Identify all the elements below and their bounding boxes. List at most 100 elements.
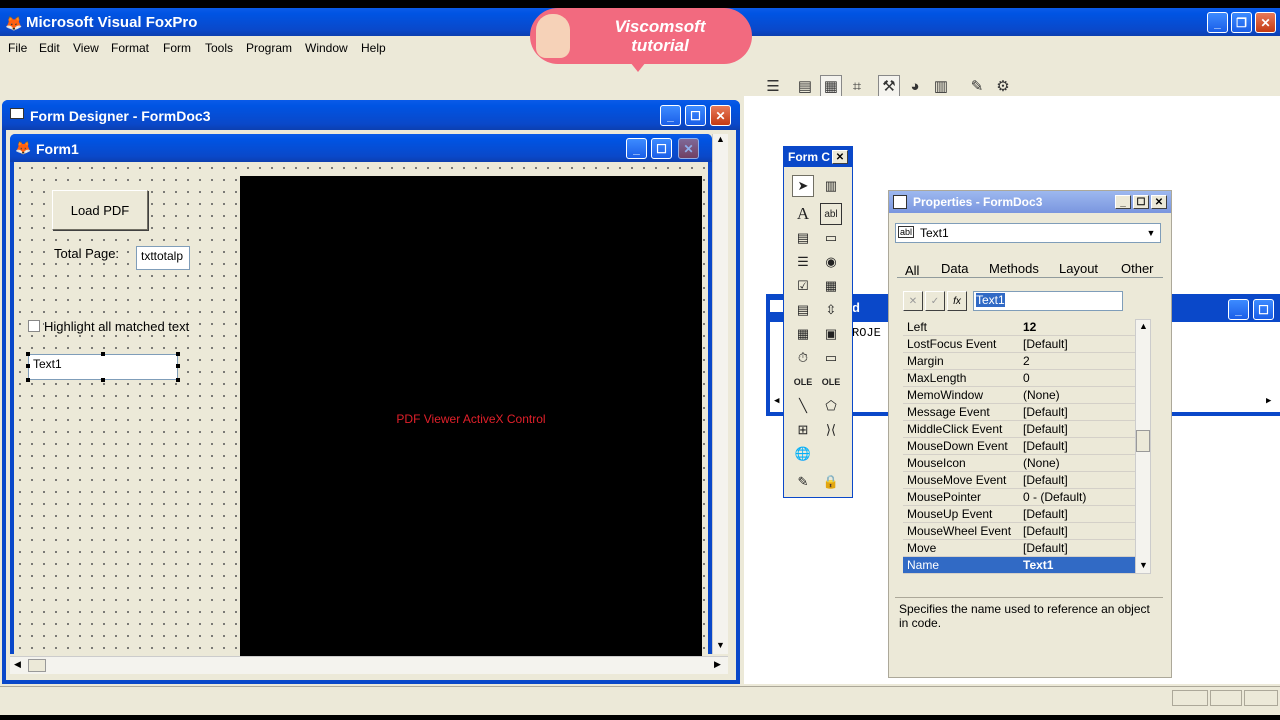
property-row[interactable]: Message Event [Default] <box>903 404 1135 421</box>
menu-tools[interactable]: Tools <box>205 41 233 55</box>
object-selector-combo[interactable]: abl Text1 ▼ <box>895 223 1161 243</box>
form1-close-button[interactable]: ✕ <box>678 138 699 159</box>
tab-all[interactable]: All <box>905 263 919 278</box>
command-maximize-button[interactable]: ☐ <box>1253 299 1274 320</box>
pointer-tool-icon[interactable]: ➤ <box>792 175 814 197</box>
app-minimize-button[interactable]: _ <box>1207 12 1228 33</box>
color-palette-icon[interactable]: ◕ <box>904 75 926 97</box>
form-builder-icon[interactable]: ✎ <box>966 75 988 97</box>
property-row[interactable]: Left 12 <box>903 319 1135 336</box>
scroll-down-icon[interactable]: ▼ <box>1139 560 1148 570</box>
timer-tool-icon[interactable]: ⏱ <box>792 347 814 369</box>
menu-file[interactable]: File <box>8 41 27 55</box>
menu-help[interactable]: Help <box>361 41 386 55</box>
toolbox-close-button[interactable]: ✕ <box>832 150 848 164</box>
checkbox-tool-icon[interactable]: ☑ <box>792 275 814 297</box>
property-row[interactable]: MiddleClick Event [Default] <box>903 421 1135 438</box>
command-minimize-button[interactable]: _ <box>1228 299 1249 320</box>
shape-tool-icon[interactable]: ⬠ <box>820 395 842 417</box>
menu-form[interactable]: Form <box>163 41 191 55</box>
selection-handle[interactable] <box>101 378 105 382</box>
tab-layout[interactable]: Layout <box>1059 261 1098 276</box>
properties-minimize-button[interactable]: _ <box>1115 195 1131 209</box>
property-row[interactable]: MouseMove Event [Default] <box>903 472 1135 489</box>
line-tool-icon[interactable]: ╲ <box>792 395 814 417</box>
property-row[interactable]: MouseIcon (None) <box>903 455 1135 472</box>
scroll-thumb[interactable] <box>28 659 46 672</box>
form-controls-toolbar-icon[interactable]: ⚒ <box>878 75 900 97</box>
chevron-down-icon[interactable]: ▼ <box>1144 226 1158 240</box>
commandgroup-tool-icon[interactable]: ☰ <box>792 251 814 273</box>
optiongroup-tool-icon[interactable]: ◉ <box>820 251 842 273</box>
selection-handle[interactable] <box>26 378 30 382</box>
scroll-down-icon[interactable]: ▼ <box>716 640 725 650</box>
spinner-tool-icon[interactable]: ⇳ <box>820 299 842 321</box>
scroll-left-icon[interactable]: ◀ <box>14 659 21 670</box>
code-window-icon[interactable]: ⌗ <box>846 75 868 97</box>
tab-order-icon[interactable]: ☰ <box>762 75 784 97</box>
tab-data[interactable]: Data <box>941 261 968 276</box>
menu-program[interactable]: Program <box>246 41 292 55</box>
app-close-button[interactable]: ✕ <box>1255 12 1276 33</box>
property-row[interactable]: Move [Default] <box>903 540 1135 557</box>
highlight-checkbox[interactable] <box>28 320 40 332</box>
textbox-tool-icon[interactable]: abl <box>820 203 842 225</box>
designer-maximize-button[interactable]: ☐ <box>685 105 706 126</box>
data-environment-icon[interactable]: ▤ <box>794 75 816 97</box>
button-lock-icon[interactable]: 🔒 <box>820 471 842 493</box>
selection-handle[interactable] <box>176 378 180 382</box>
selection-handle[interactable] <box>26 352 30 356</box>
scroll-left-icon[interactable]: ◀ <box>774 396 779 406</box>
separator-tool-icon[interactable]: ⟩⟨ <box>820 419 842 441</box>
cancel-edit-icon[interactable]: ✕ <box>903 291 923 311</box>
total-page-textbox[interactable]: txttotalp <box>136 246 190 270</box>
property-row[interactable]: MaxLength 0 <box>903 370 1135 387</box>
menu-window[interactable]: Window <box>305 41 348 55</box>
grid-tool-icon[interactable]: ▦ <box>792 323 814 345</box>
designer-horizontal-scrollbar[interactable]: ◀ ▶ <box>10 656 728 674</box>
property-row[interactable]: LostFocus Event [Default] <box>903 336 1135 353</box>
label-tool-icon[interactable]: A <box>792 203 814 225</box>
layout-toolbar-icon[interactable]: ▥ <box>930 75 952 97</box>
property-row[interactable]: Margin 2 <box>903 353 1135 370</box>
combobox-tool-icon[interactable]: ▦ <box>820 275 842 297</box>
form-design-surface[interactable]: Load PDF Total Page: txttotalp Highlight… <box>14 162 708 660</box>
commandbutton-tool-icon[interactable]: ▭ <box>820 227 842 249</box>
selection-handle[interactable] <box>176 364 180 368</box>
app-restore-button[interactable]: ❐ <box>1231 12 1252 33</box>
property-row[interactable]: MousePointer 0 - (Default) <box>903 489 1135 506</box>
tab-methods[interactable]: Methods <box>989 261 1039 276</box>
accept-edit-icon[interactable]: ✓ <box>925 291 945 311</box>
load-pdf-button[interactable]: Load PDF <box>52 190 148 230</box>
scroll-right-icon[interactable]: ▶ <box>1266 396 1271 406</box>
function-icon[interactable]: fx <box>947 291 967 311</box>
autoformat-icon[interactable]: ⚙ <box>992 75 1014 97</box>
hyperlink-tool-icon[interactable]: 🌐 <box>792 443 814 465</box>
selection-handle[interactable] <box>176 352 180 356</box>
menu-format[interactable]: Format <box>111 41 149 55</box>
properties-maximize-button[interactable]: ☐ <box>1133 195 1149 209</box>
property-row-selected[interactable]: Name Text1 <box>903 557 1135 574</box>
property-row[interactable]: MouseDown Event [Default] <box>903 438 1135 455</box>
scroll-right-icon[interactable]: ▶ <box>714 659 721 670</box>
properties-close-button[interactable]: ✕ <box>1151 195 1167 209</box>
property-row[interactable]: MouseUp Event [Default] <box>903 506 1135 523</box>
property-grid-scrollbar[interactable]: ▲ ▼ <box>1135 319 1151 574</box>
designer-minimize-button[interactable]: _ <box>660 105 681 126</box>
menu-view[interactable]: View <box>73 41 99 55</box>
builder-tool-icon[interactable]: ✎ <box>792 471 814 493</box>
form1-minimize-button[interactable]: _ <box>626 138 647 159</box>
selection-handle[interactable] <box>101 352 105 356</box>
pageframe-tool-icon[interactable]: ▭ <box>820 347 842 369</box>
designer-vertical-scrollbar[interactable]: ▲ ▼ <box>712 134 728 654</box>
form1-maximize-button[interactable]: ☐ <box>651 138 672 159</box>
scroll-up-icon[interactable]: ▲ <box>716 134 725 144</box>
property-value-input[interactable]: Text1 <box>973 291 1123 311</box>
selection-handle[interactable] <box>26 364 30 368</box>
scroll-up-icon[interactable]: ▲ <box>1139 321 1148 331</box>
editbox-tool-icon[interactable]: ▤ <box>792 227 814 249</box>
property-row[interactable]: MouseWheel Event [Default] <box>903 523 1135 540</box>
property-row[interactable]: MemoWindow (None) <box>903 387 1135 404</box>
view-classes-icon[interactable]: ▥ <box>820 175 842 197</box>
designer-close-button[interactable]: ✕ <box>710 105 731 126</box>
